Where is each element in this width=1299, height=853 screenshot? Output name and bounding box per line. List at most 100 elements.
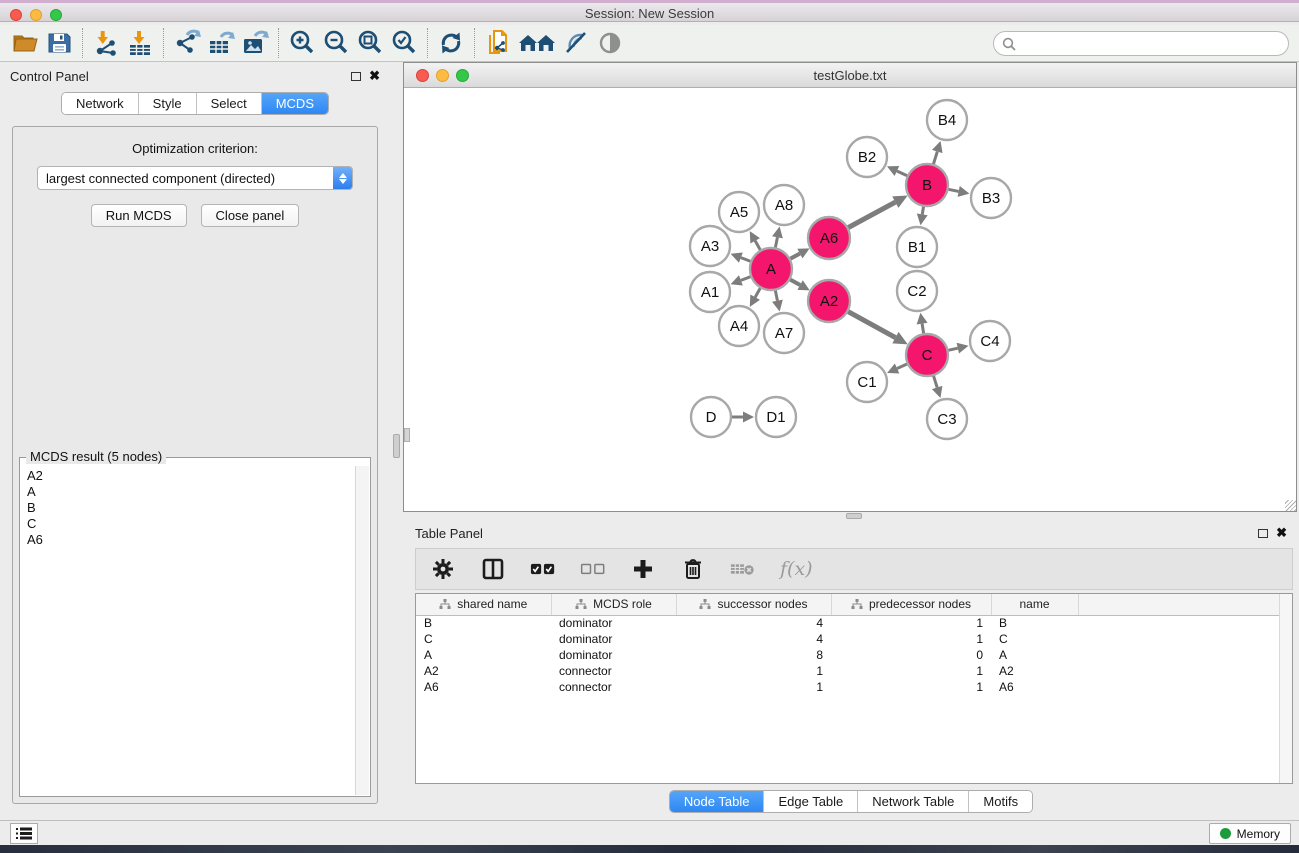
graph-node-label-A3: A3 [701,238,719,255]
tab-select[interactable]: Select [197,93,262,114]
refresh-icon[interactable] [434,28,468,58]
graph-edge-C-C3[interactable] [933,375,937,387]
search-input[interactable] [1016,34,1288,54]
graph-edge-A2-C[interactable] [847,311,895,337]
criterion-selected-value: largest connected component (directed) [38,171,333,186]
float-panel-icon[interactable] [351,72,361,81]
table-row[interactable]: A6connector11A6 [416,679,1292,695]
zoom-selected-icon[interactable] [387,28,421,58]
table-row[interactable]: Adominator80A [416,647,1292,663]
result-item[interactable]: A6 [27,532,349,548]
result-item[interactable]: A2 [27,468,349,484]
column-header-predecessor-nodes[interactable]: predecessor nodes [831,594,991,615]
mcds-result-list: A2 A B C A6 [21,466,355,795]
result-item[interactable]: B [27,500,349,516]
window-title: Session: New Session [0,6,1299,21]
tab-network[interactable]: Network [62,93,139,114]
column-header-successor-nodes[interactable]: successor nodes [676,594,831,615]
close-panel-button[interactable]: Close panel [201,204,300,227]
tab-motifs[interactable]: Motifs [969,791,1032,812]
open-session-icon[interactable] [8,28,42,58]
graph-edge-A-A7[interactable] [775,290,777,301]
graph-edge-A-A8[interactable] [775,237,777,248]
table-row[interactable]: Cdominator41C [416,631,1292,647]
graph-edge-B-B4[interactable] [933,152,937,165]
export-network-icon[interactable] [170,28,204,58]
graph-edge-B-B1[interactable] [922,206,923,215]
graph-edge-A-A6[interactable] [790,254,800,260]
new-network-icon[interactable] [481,28,515,58]
graph-edge-B-B2[interactable] [897,171,908,176]
tab-edge-table[interactable]: Edge Table [764,791,858,812]
graph-edge-A-A1[interactable] [741,276,751,280]
graph-edge-A-A3[interactable] [741,258,751,262]
graph-edge-A-A5[interactable] [755,241,761,251]
graph-edge-A6-B[interactable] [847,202,895,228]
select-all-icon[interactable] [530,556,556,582]
control-panel: Control Panel ✖ Network Style Select MCD… [0,62,390,820]
result-item[interactable]: C [27,516,349,532]
column-header-filler [1078,594,1292,615]
divider-grip[interactable] [846,513,862,519]
hide-graphics-icon[interactable] [559,28,593,58]
column-header-mcds-role[interactable]: MCDS role [551,594,676,615]
graph-edge-B-B3[interactable] [948,189,959,191]
graph-edge-A-A4[interactable] [755,287,761,297]
deselect-all-icon[interactable] [580,556,606,582]
show-graphics-icon[interactable] [593,28,627,58]
zoom-out-icon[interactable] [319,28,353,58]
import-table-icon[interactable] [123,28,157,58]
run-mcds-button[interactable]: Run MCDS [91,204,187,227]
float-panel-icon[interactable] [1258,529,1268,538]
zoom-in-icon[interactable] [285,28,319,58]
tab-node-table[interactable]: Node Table [670,791,765,812]
task-history-button[interactable] [10,823,38,844]
graph-edge-C-C2[interactable] [922,324,924,335]
delete-icon[interactable] [680,556,706,582]
close-panel-icon[interactable]: ✖ [369,71,380,81]
window-titlebar: Session: New Session [0,0,1299,22]
gear-icon[interactable] [430,556,456,582]
control-panel-title: Control Panel [10,69,351,84]
close-panel-icon[interactable]: ✖ [1276,528,1287,538]
graph-edge-C-C4[interactable] [947,348,957,350]
delete-table-icon[interactable] [730,556,756,582]
column-header-shared-name[interactable]: shared name [416,594,551,615]
add-icon[interactable] [630,556,656,582]
column-header-name[interactable]: name [991,594,1078,615]
graph-node-label-C: C [922,347,933,364]
node-table-container: shared name MCDS role successor nodes pr… [415,593,1293,784]
memory-button[interactable]: Memory [1209,823,1291,844]
panel-divider-vertical[interactable] [390,62,403,820]
canvas-edge-grip[interactable] [404,428,410,442]
network-canvas[interactable]: B4B2BB3A5A8A6A3B1AA1C2A2A4A7CC4C1DD1C3 [404,88,1296,511]
tab-network-table[interactable]: Network Table [858,791,969,812]
graph-node-label-C1: C1 [857,374,876,391]
zoom-fit-icon[interactable] [353,28,387,58]
tab-style[interactable]: Style [139,93,197,114]
result-scrollbar[interactable] [355,466,369,795]
memory-status-icon [1220,828,1231,839]
table-row[interactable]: A2connector11A2 [416,663,1292,679]
network-overview-icon[interactable] [515,28,559,58]
columns-icon[interactable] [480,556,506,582]
graph-edge-A-A2[interactable] [789,279,800,285]
table-panel-tabs: Node Table Edge Table Network Table Moti… [403,790,1299,813]
export-image-icon[interactable] [238,28,272,58]
result-item[interactable]: A [27,484,349,500]
table-row[interactable]: Bdominator41B [416,615,1292,631]
resize-corner-icon[interactable] [1285,500,1296,511]
criterion-select[interactable]: largest connected component (directed) [37,166,353,190]
graph-edge-C-C1[interactable] [897,364,908,369]
export-table-icon[interactable] [204,28,238,58]
table-scrollbar[interactable] [1279,594,1292,783]
tab-mcds[interactable]: MCDS [262,93,328,114]
network-window-title: testGlobe.txt [404,68,1296,83]
graph-edge-arrowhead [958,186,970,197]
save-session-icon[interactable] [42,28,76,58]
network-window-titlebar[interactable]: testGlobe.txt [404,63,1296,88]
panel-divider-horizontal[interactable] [403,512,1299,520]
divider-grip[interactable] [393,434,400,458]
hierarchy-icon [575,599,587,610]
import-network-icon[interactable] [89,28,123,58]
